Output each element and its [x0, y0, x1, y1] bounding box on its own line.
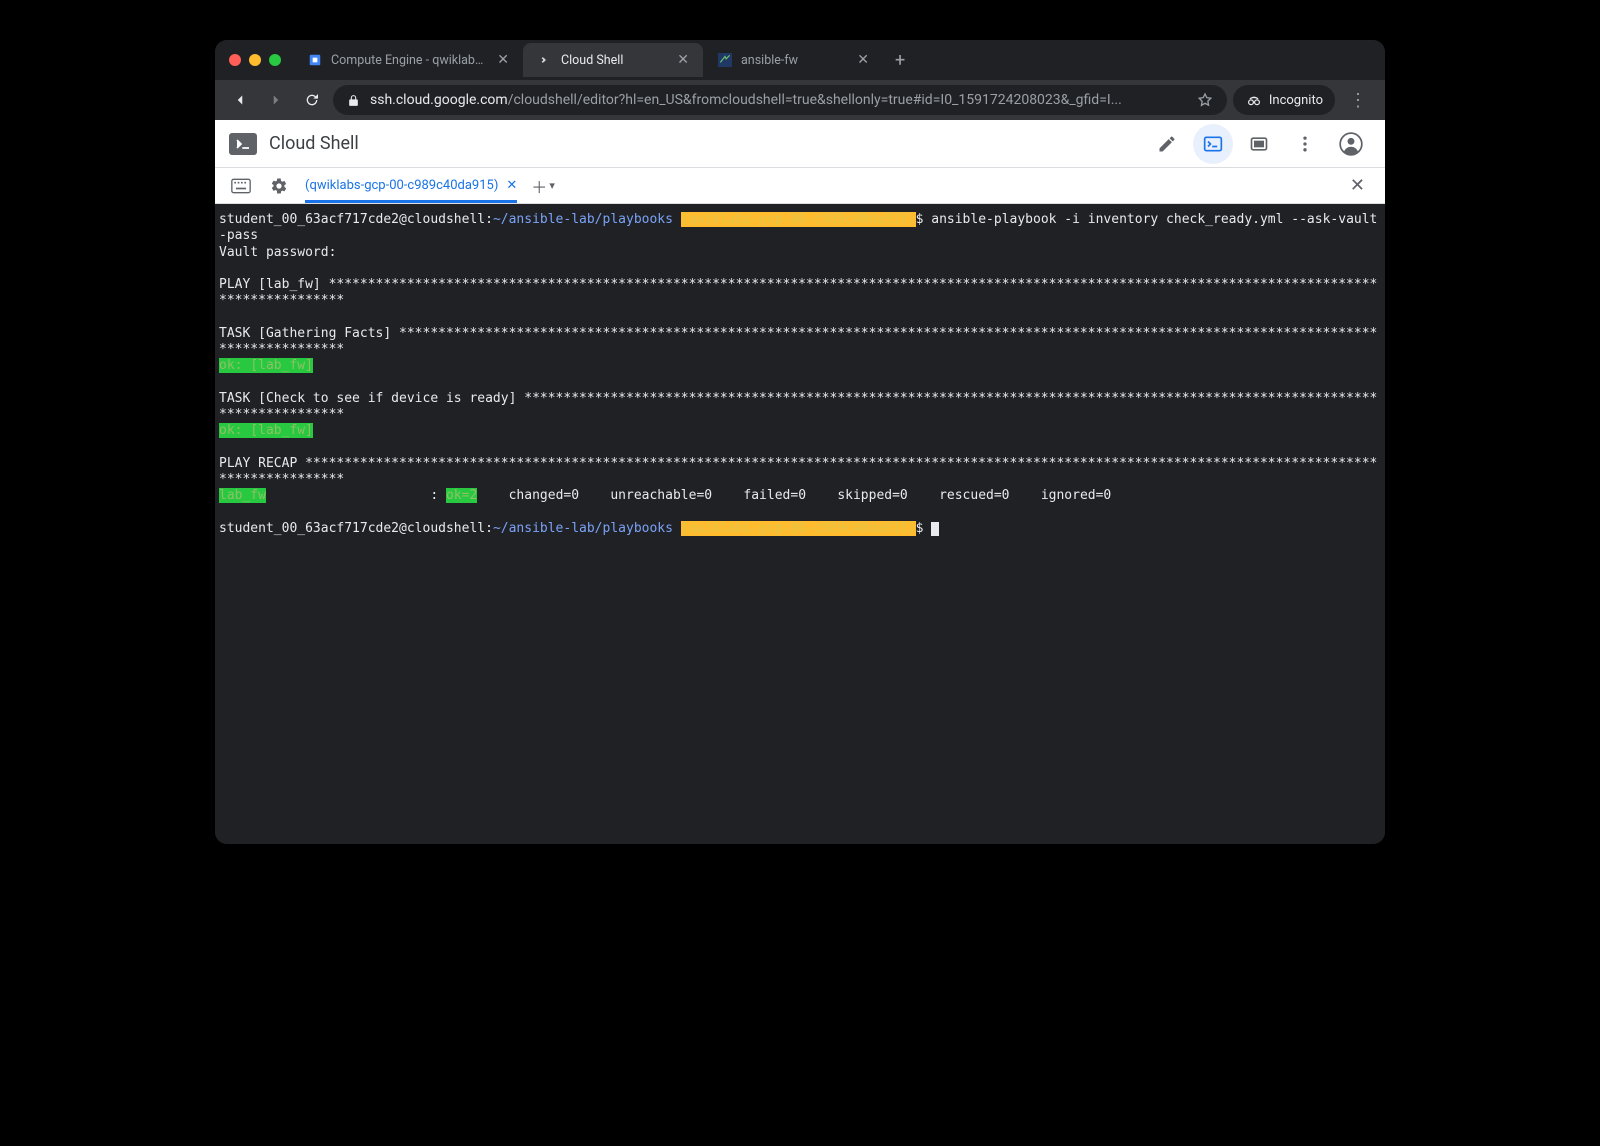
tab-label: ansible-fw	[741, 53, 849, 68]
cloudshell-actions	[1147, 124, 1371, 164]
url-input[interactable]: ssh.cloud.google.com/cloudshell/editor?h…	[333, 85, 1227, 115]
cloudshell-header: Cloud Shell	[215, 120, 1385, 168]
cloudshell-logo-icon	[229, 133, 257, 155]
terminal-tab-label: (qwiklabs-gcp-00-c989c40da915)	[305, 178, 498, 193]
new-window-button[interactable]	[1239, 124, 1279, 164]
tab-ansible-fw[interactable]: ansible-fw ✕	[703, 43, 883, 77]
tab-label: Cloud Shell	[561, 53, 669, 68]
browser-window: Compute Engine - qwiklabs-gc ✕ Cloud She…	[215, 40, 1385, 844]
settings-gear-icon[interactable]	[267, 177, 291, 195]
add-terminal-tab-button[interactable]: ＋ ▾	[531, 174, 555, 198]
forward-button[interactable]	[261, 85, 291, 115]
cloudshell-title: Cloud Shell	[269, 133, 359, 154]
chrome-menu-button[interactable]: ⋮	[1341, 90, 1375, 111]
open-terminal-button[interactable]	[1193, 124, 1233, 164]
incognito-indicator: Incognito	[1233, 85, 1335, 115]
incognito-icon	[1245, 91, 1263, 109]
zoom-window-button[interactable]	[269, 54, 281, 66]
reload-button[interactable]	[297, 85, 327, 115]
minimize-window-button[interactable]	[249, 54, 261, 66]
titlebar: Compute Engine - qwiklabs-gc ✕ Cloud She…	[215, 40, 1385, 80]
close-icon[interactable]: ✕	[506, 178, 517, 193]
address-bar: ssh.cloud.google.com/cloudshell/editor?h…	[215, 80, 1385, 120]
new-tab-button[interactable]: +	[883, 50, 917, 71]
play-sep: PLAY [lab_fw] **************************…	[219, 277, 1377, 308]
task2-sep: TASK [Check to see if device is ready] *…	[219, 391, 1377, 422]
back-button[interactable]	[225, 85, 255, 115]
cloudshell-icon	[537, 52, 553, 68]
terminal-cursor	[931, 522, 939, 536]
incognito-label: Incognito	[1269, 93, 1323, 108]
close-window-button[interactable]	[229, 54, 241, 66]
close-icon[interactable]: ✕	[677, 52, 689, 68]
close-terminal-panel-button[interactable]: ✕	[1344, 175, 1371, 196]
terminal-tab[interactable]: (qwiklabs-gcp-00-c989c40da915) ✕	[305, 168, 517, 203]
account-button[interactable]	[1331, 124, 1371, 164]
tab-cloud-shell[interactable]: Cloud Shell ✕	[523, 43, 703, 77]
close-icon[interactable]: ✕	[497, 52, 509, 68]
panw-icon	[717, 52, 733, 68]
lock-icon	[347, 94, 360, 107]
tab-label: Compute Engine - qwiklabs-gc	[331, 53, 489, 68]
bookmark-star-icon[interactable]	[1197, 92, 1213, 108]
browser-tabs: Compute Engine - qwiklabs-gc ✕ Cloud She…	[293, 40, 1371, 80]
tab-compute-engine[interactable]: Compute Engine - qwiklabs-gc ✕	[293, 43, 523, 77]
terminal-output[interactable]: student_00_63acf717cde2@cloudshell:~/ans…	[215, 204, 1385, 844]
more-options-button[interactable]	[1285, 124, 1325, 164]
window-controls	[229, 54, 281, 66]
recap-sep: PLAY RECAP *****************************…	[219, 456, 1377, 487]
url-text: ssh.cloud.google.com/cloudshell/editor?h…	[370, 92, 1187, 108]
terminal-tabs: (qwiklabs-gcp-00-c989c40da915) ✕ ＋ ▾ ✕	[215, 168, 1385, 204]
editor-button[interactable]	[1147, 124, 1187, 164]
close-icon[interactable]: ✕	[857, 52, 869, 68]
task-sep: TASK [Gathering Facts] *****************…	[219, 326, 1377, 357]
gce-icon	[307, 52, 323, 68]
keyboard-icon[interactable]	[229, 178, 253, 194]
